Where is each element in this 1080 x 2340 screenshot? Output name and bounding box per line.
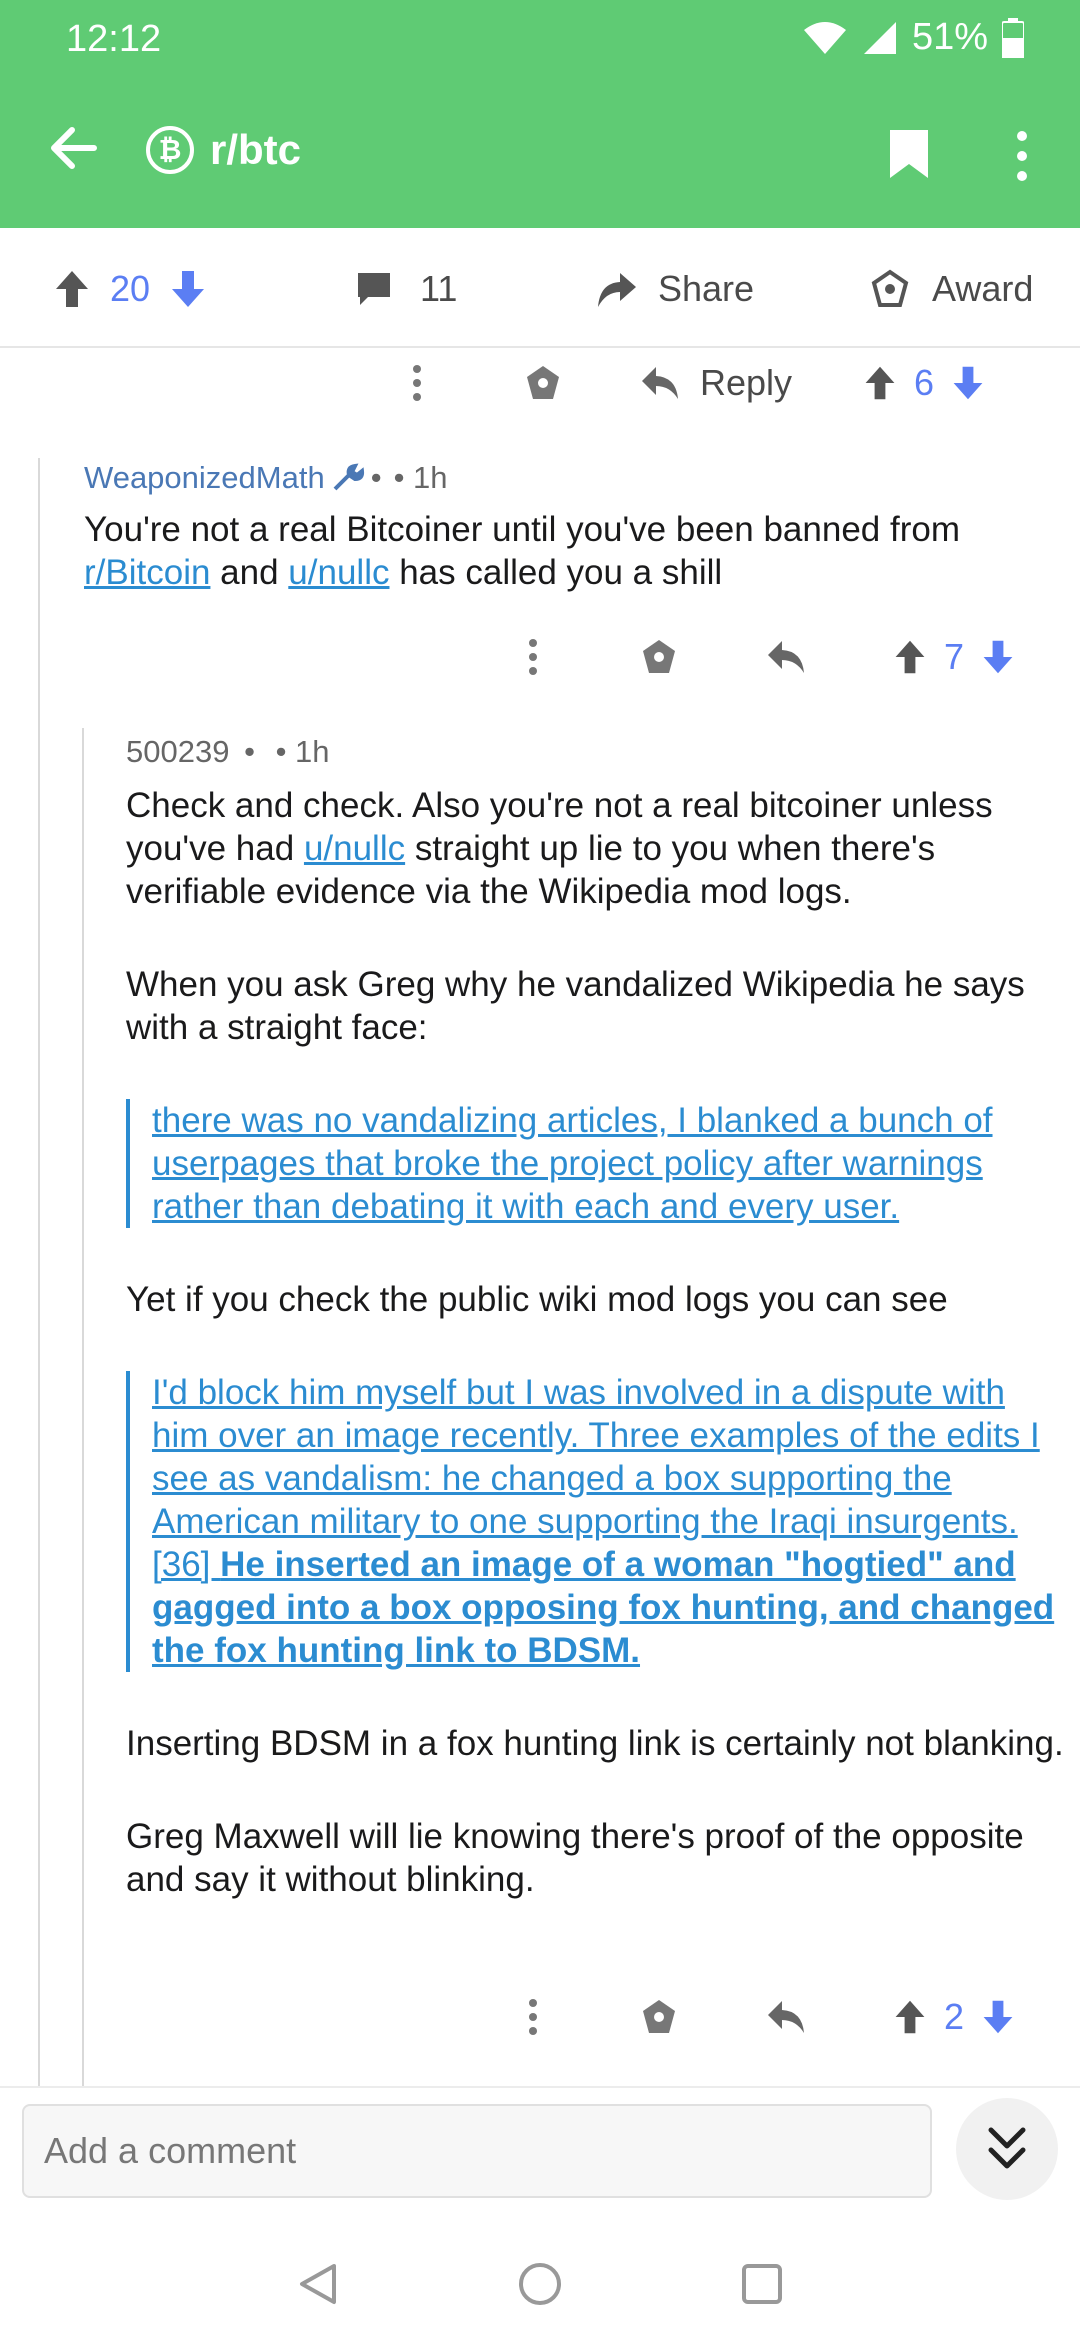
- comment1-actions: 7: [526, 636, 1016, 678]
- bookmark-icon[interactable]: [888, 128, 930, 180]
- expand-button[interactable]: [956, 2098, 1058, 2200]
- comment-paragraph: Greg Maxwell will lie knowing there's pr…: [126, 1817, 1024, 1899]
- comments-button[interactable]: 11: [354, 268, 457, 310]
- post-score: 20: [110, 268, 151, 309]
- award-icon: [871, 269, 909, 307]
- comment-meta: WeaponizedMath • • 1h: [84, 460, 448, 496]
- upvote-icon[interactable]: [862, 364, 898, 402]
- nav-back-icon[interactable]: [298, 2262, 338, 2306]
- subreddit-title[interactable]: r/btc: [210, 126, 301, 174]
- post-vote: 20: [52, 268, 208, 310]
- reply-label: Reply: [700, 362, 793, 403]
- comment-icon: [358, 273, 390, 305]
- downvote-icon[interactable]: [980, 1998, 1016, 2036]
- quote-link[interactable]: I'd block him myself but I was involved …: [126, 1371, 1066, 1672]
- more-vertical-icon[interactable]: [526, 1997, 540, 2037]
- more-vertical-icon[interactable]: [1012, 128, 1032, 184]
- subreddit-link[interactable]: r/Bitcoin: [84, 553, 210, 592]
- comment0-score: 6: [914, 362, 935, 403]
- comment-time: • 1h: [393, 460, 448, 495]
- more-vertical-icon[interactable]: [526, 637, 540, 677]
- share-label: Share: [658, 268, 755, 309]
- comment-paragraph: Inserting BDSM in a fox hunting link is …: [126, 1724, 1064, 1763]
- award-icon[interactable]: [638, 1997, 680, 2037]
- reply-icon[interactable]: [766, 639, 806, 675]
- award-label: Award: [932, 268, 1034, 309]
- share-icon: [598, 273, 636, 307]
- thread-line[interactable]: [82, 728, 84, 2086]
- comment-body: You're not a real Bitcoiner until you've…: [84, 510, 960, 592]
- award-icon[interactable]: [638, 637, 680, 677]
- wrench-icon: [333, 463, 364, 491]
- status-time: 12:12: [66, 18, 162, 60]
- battery-percent: 51%: [911, 16, 988, 58]
- signal-icon: [863, 21, 896, 54]
- downvote-icon[interactable]: [980, 638, 1016, 676]
- comment-paragraph: Check and check. Also you're not a real …: [126, 786, 993, 911]
- more-vertical-icon[interactable]: [410, 363, 424, 403]
- back-arrow-icon[interactable]: [44, 118, 104, 178]
- comment1-score: 7: [944, 636, 965, 677]
- thread-line[interactable]: [38, 458, 40, 2086]
- nav-recents-icon[interactable]: [742, 2264, 782, 2304]
- add-comment-input[interactable]: Add a comment: [22, 2104, 932, 2198]
- comment-count: 11: [420, 268, 458, 309]
- nav-home-icon[interactable]: [518, 2262, 562, 2306]
- comment0-actions: Reply 6: [410, 362, 986, 404]
- battery-icon: [1002, 17, 1024, 58]
- comment2-score: 2: [944, 1996, 965, 2037]
- system-nav-bar: [0, 2226, 1080, 2340]
- app-bar: 12:12 51% ₿ r/btc: [0, 0, 1080, 228]
- reply-button[interactable]: Reply: [640, 362, 792, 404]
- comment2-actions: 2: [526, 1996, 1016, 2038]
- comment-composer-bar: Add a comment: [0, 2086, 1080, 2228]
- comment-author[interactable]: WeaponizedMath: [84, 460, 325, 496]
- user-link[interactable]: u/nullc: [288, 553, 389, 592]
- award-button[interactable]: Award: [870, 268, 1033, 310]
- comment-paragraph: Yet if you check the public wiki mod log…: [126, 1280, 948, 1319]
- bitcoin-icon[interactable]: ₿: [146, 126, 194, 174]
- comment-paragraph: When you ask Greg why he vandalized Wiki…: [126, 965, 1025, 1047]
- double-chevron-down-icon: [988, 2127, 1026, 2169]
- upvote-icon[interactable]: [892, 638, 928, 676]
- user-link[interactable]: u/nullc: [304, 829, 405, 868]
- quote-link[interactable]: there was no vandalizing articles, I bla…: [126, 1099, 1066, 1228]
- comment-meta: 500239 • • 1h: [126, 734, 330, 769]
- reply-icon: [642, 367, 678, 399]
- share-button[interactable]: Share: [596, 268, 754, 310]
- upvote-icon[interactable]: [892, 1998, 928, 2036]
- post-action-bar: 20 11 Share Award: [0, 228, 1080, 348]
- downvote-icon[interactable]: [168, 269, 208, 309]
- comment-500239: 500239 • • 1h Check and check. Also you'…: [126, 734, 1066, 1901]
- downvote-icon[interactable]: [950, 364, 986, 402]
- reply-icon[interactable]: [766, 1999, 806, 2035]
- status-icons: 51%: [802, 16, 1024, 59]
- comment-weaponizedmath: WeaponizedMath • • 1h You're not a real …: [84, 460, 1044, 594]
- award-icon[interactable]: [522, 363, 564, 403]
- comment-time: • 1h: [275, 734, 330, 769]
- wifi-icon: [803, 21, 846, 54]
- comment-author[interactable]: 500239: [126, 734, 229, 769]
- upvote-icon[interactable]: [52, 269, 92, 309]
